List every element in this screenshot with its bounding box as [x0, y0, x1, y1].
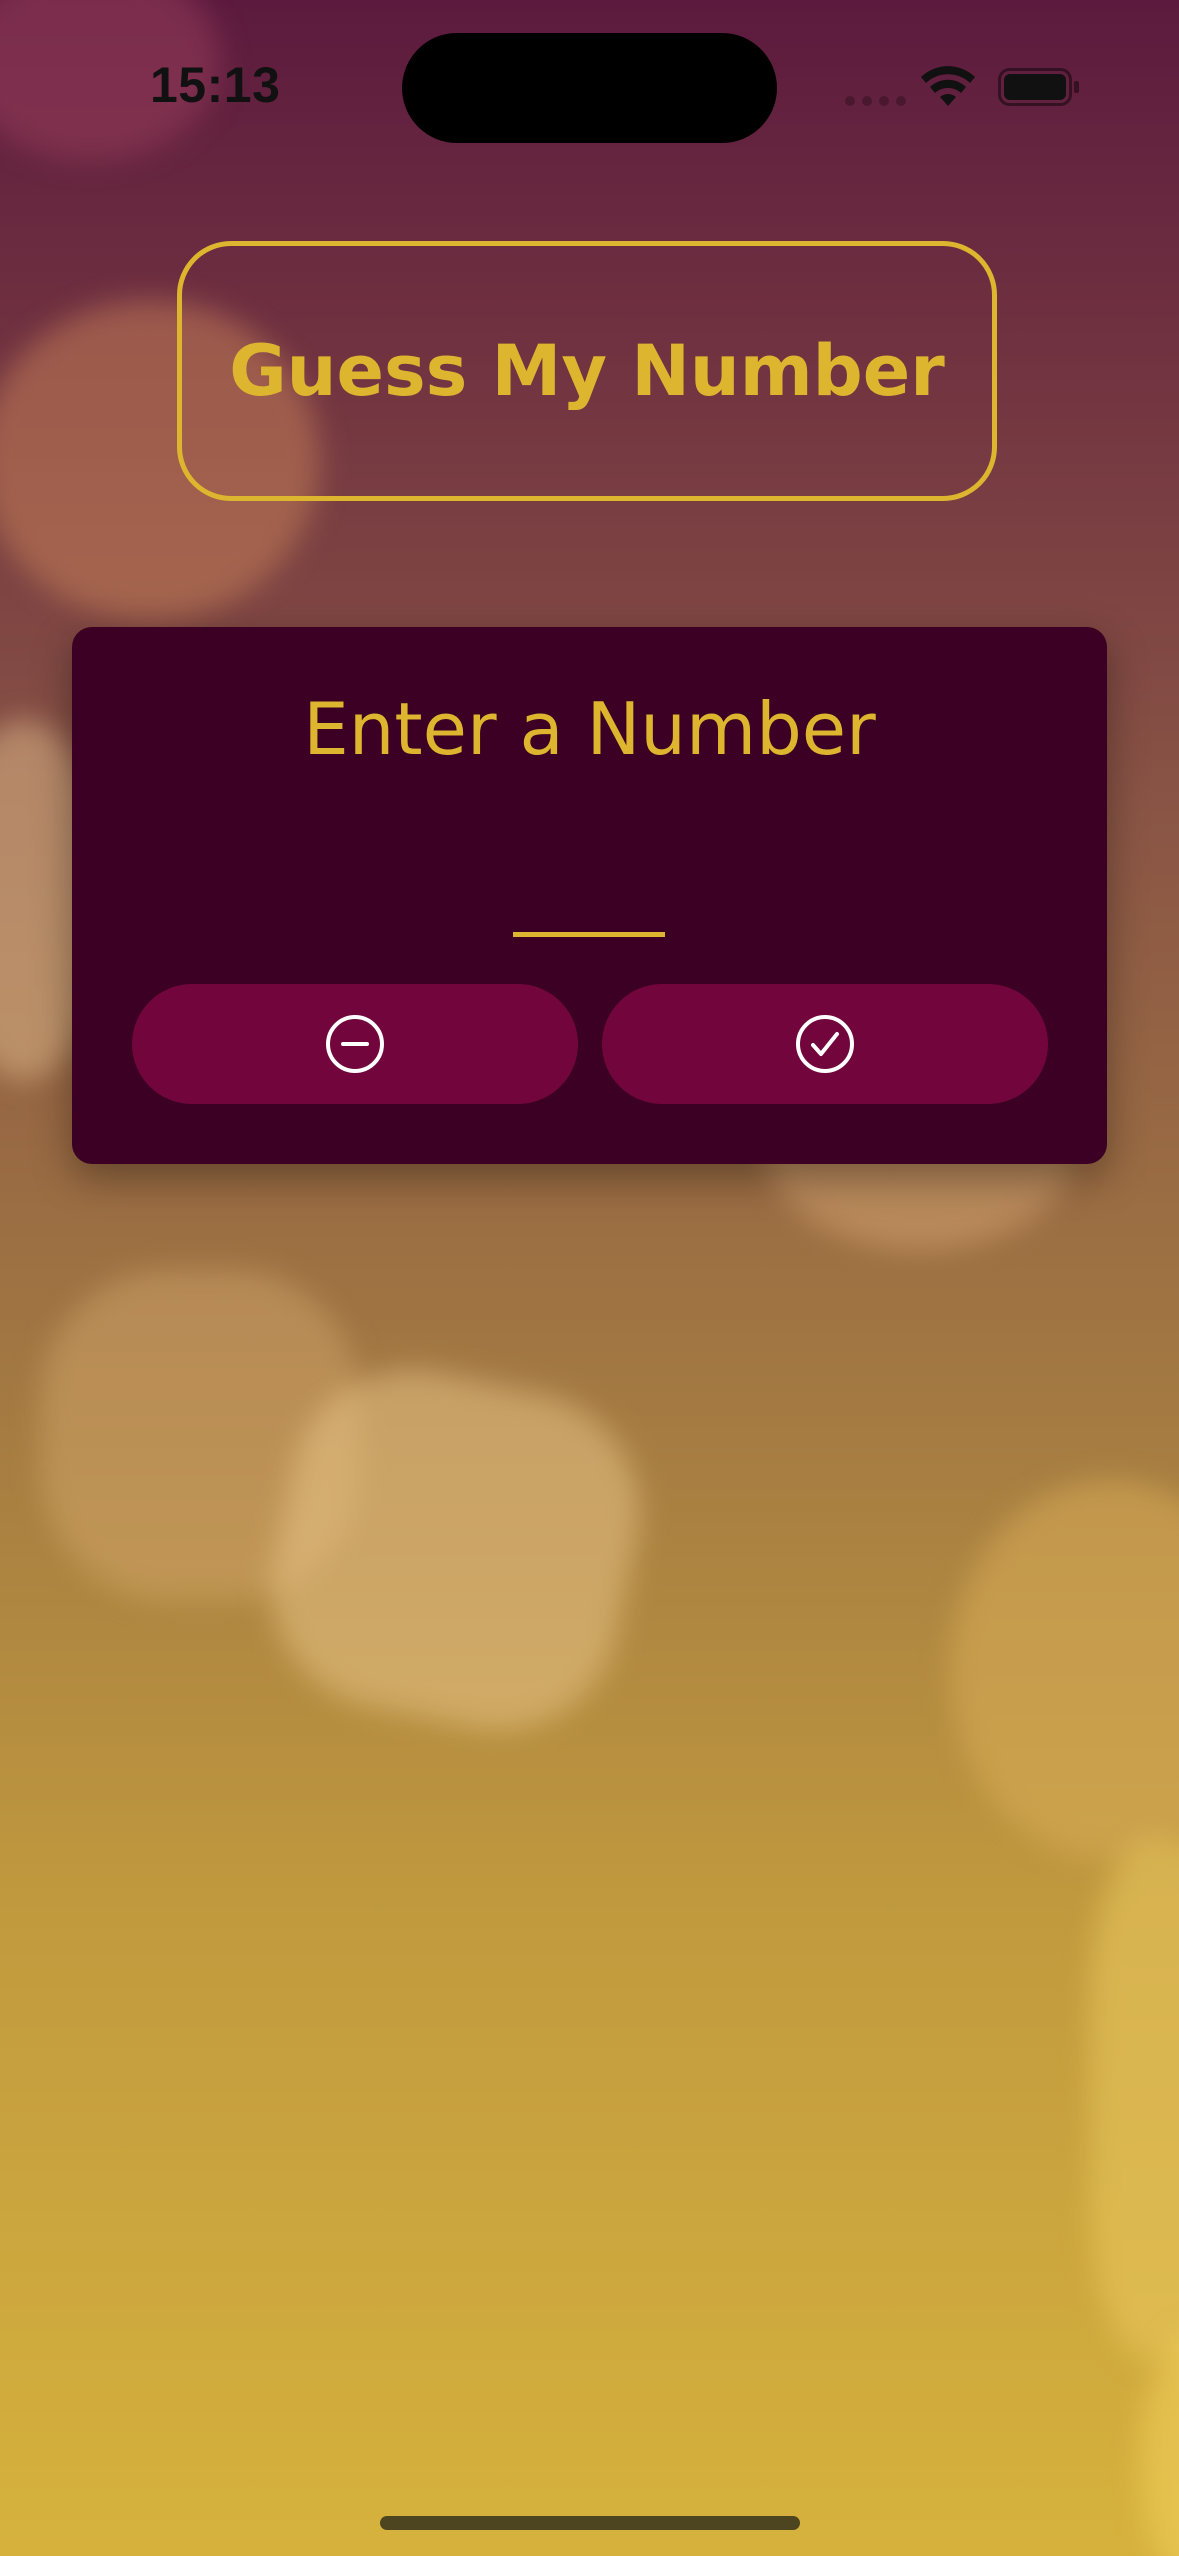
reset-button[interactable]: [132, 984, 578, 1104]
battery-icon: [998, 68, 1080, 106]
background-decoration: [1140, 2330, 1179, 2556]
number-input-card: Enter a Number: [72, 627, 1107, 1164]
confirm-button[interactable]: [602, 984, 1048, 1104]
input-instruction-label: Enter a Number: [303, 687, 876, 771]
wifi-icon: [920, 66, 976, 110]
minus-circle-icon: [324, 1013, 386, 1075]
cellular-signal-icon: [845, 96, 907, 106]
background-decoration: [1090, 1840, 1179, 2360]
page-title: Guess My Number: [229, 330, 945, 412]
title-box: Guess My Number: [177, 241, 997, 501]
number-input[interactable]: [513, 857, 665, 937]
status-bar-time: 15:13: [150, 57, 281, 113]
app-screen: 15:13 Guess My Number Enter a Number: [0, 0, 1179, 2556]
home-indicator[interactable]: [380, 2516, 800, 2530]
background-decoration: [950, 1480, 1179, 1860]
dynamic-island: [402, 33, 777, 143]
checkmark-circle-icon: [794, 1013, 856, 1075]
